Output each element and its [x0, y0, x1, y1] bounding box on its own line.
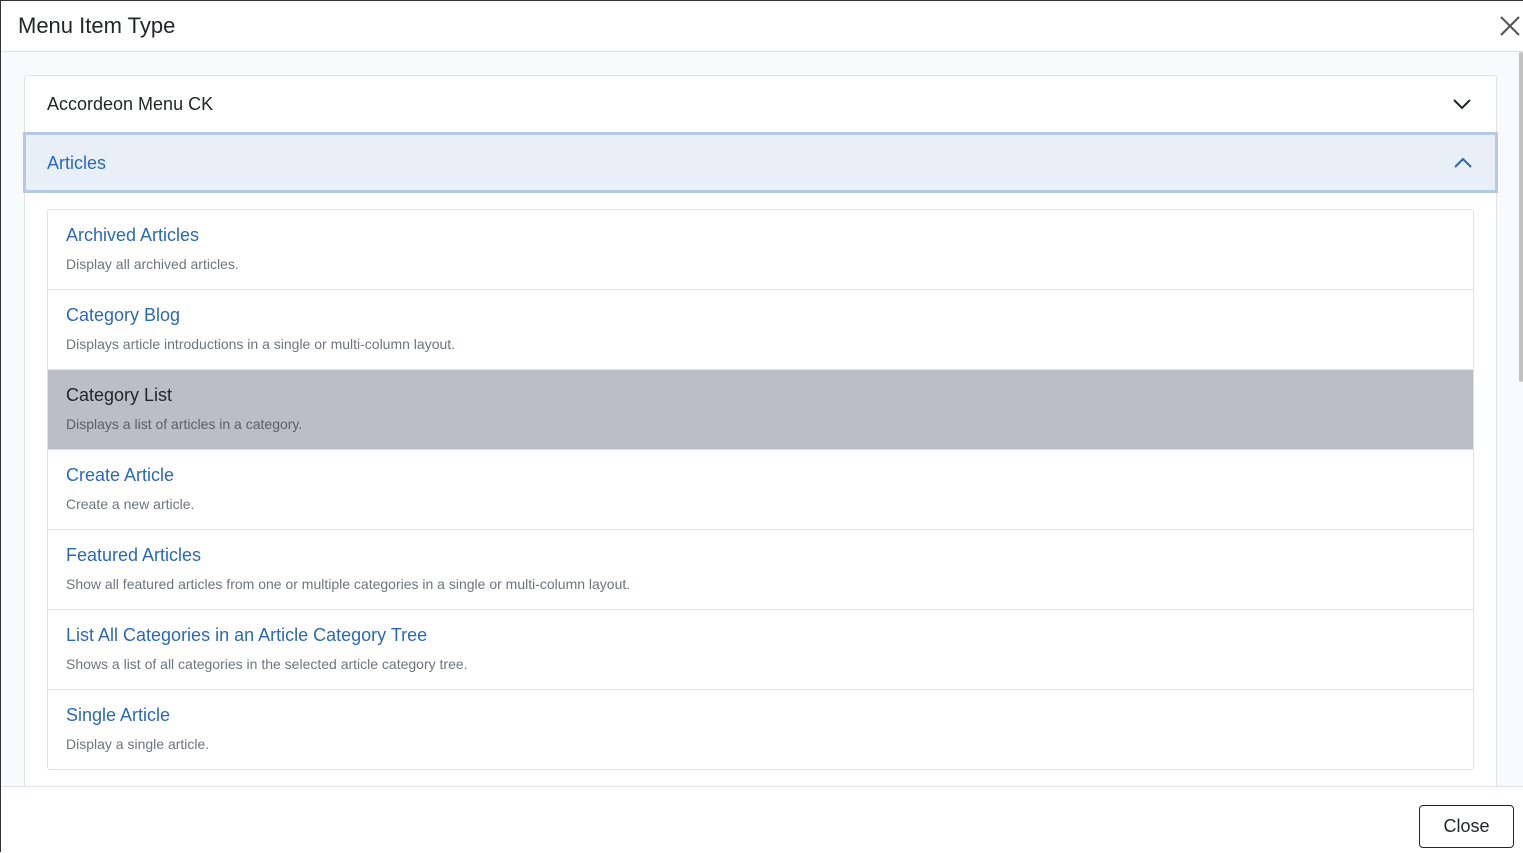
item-description: Shows a list of all categories in the se…: [66, 656, 468, 672]
list-item-create-article[interactable]: Create Article Create a new article.: [48, 450, 1473, 530]
list-item-category-list[interactable]: Category List Displays a list of article…: [48, 370, 1473, 450]
chevron-down-icon: [1452, 96, 1472, 112]
close-icon[interactable]: [1499, 15, 1521, 37]
item-title: Featured Articles: [66, 545, 202, 565]
modal-header: Menu Item Type: [1, 1, 1523, 52]
accordion-header-accordeon-menu-ck[interactable]: Accordeon Menu CK: [25, 76, 1496, 133]
chevron-up-icon: [1453, 155, 1473, 171]
list-item-list-all-categories[interactable]: List All Categories in an Article Catego…: [48, 610, 1473, 690]
modal-body: Accordeon Menu CK Articles Archived Arti…: [1, 52, 1523, 786]
accordion-header-articles[interactable]: Articles: [23, 132, 1498, 193]
item-description: Show all featured articles from one or m…: [66, 576, 631, 592]
item-description: Displays article introductions in a sing…: [66, 336, 456, 352]
menu-item-type-modal: Menu Item Type Accordeon Menu CK Article…: [0, 0, 1523, 853]
list-item-single-article[interactable]: Single Article Display a single article.: [48, 690, 1473, 769]
list-item-archived-articles[interactable]: Archived Articles Display all archived a…: [48, 210, 1473, 290]
item-description: Create a new article.: [66, 496, 195, 512]
item-title: List All Categories in an Article Catego…: [66, 625, 428, 645]
scrollbar[interactable]: [1519, 52, 1523, 382]
item-title: Archived Articles: [66, 225, 200, 245]
accordion-header-label: Accordeon Menu CK: [47, 94, 214, 114]
modal-title: Menu Item Type: [18, 13, 176, 38]
list-item-featured-articles[interactable]: Featured Articles Show all featured arti…: [48, 530, 1473, 610]
accordion: Accordeon Menu CK Articles Archived Arti…: [23, 75, 1498, 786]
item-title: Create Article: [66, 465, 175, 485]
accordion-header-label: Articles: [47, 153, 107, 173]
list-item-category-blog[interactable]: Category Blog Displays article introduct…: [48, 290, 1473, 370]
item-title: Category List: [66, 385, 173, 405]
close-button[interactable]: Close: [1419, 805, 1514, 848]
item-description: Displays a list of articles in a categor…: [66, 416, 303, 432]
item-description: Display all archived articles.: [66, 256, 239, 272]
item-title: Category Blog: [66, 305, 181, 325]
item-description: Display a single article.: [66, 736, 210, 752]
item-title: Single Article: [66, 705, 171, 725]
modal-footer: Close: [1, 786, 1523, 853]
articles-list: Archived Articles Display all archived a…: [47, 209, 1474, 770]
